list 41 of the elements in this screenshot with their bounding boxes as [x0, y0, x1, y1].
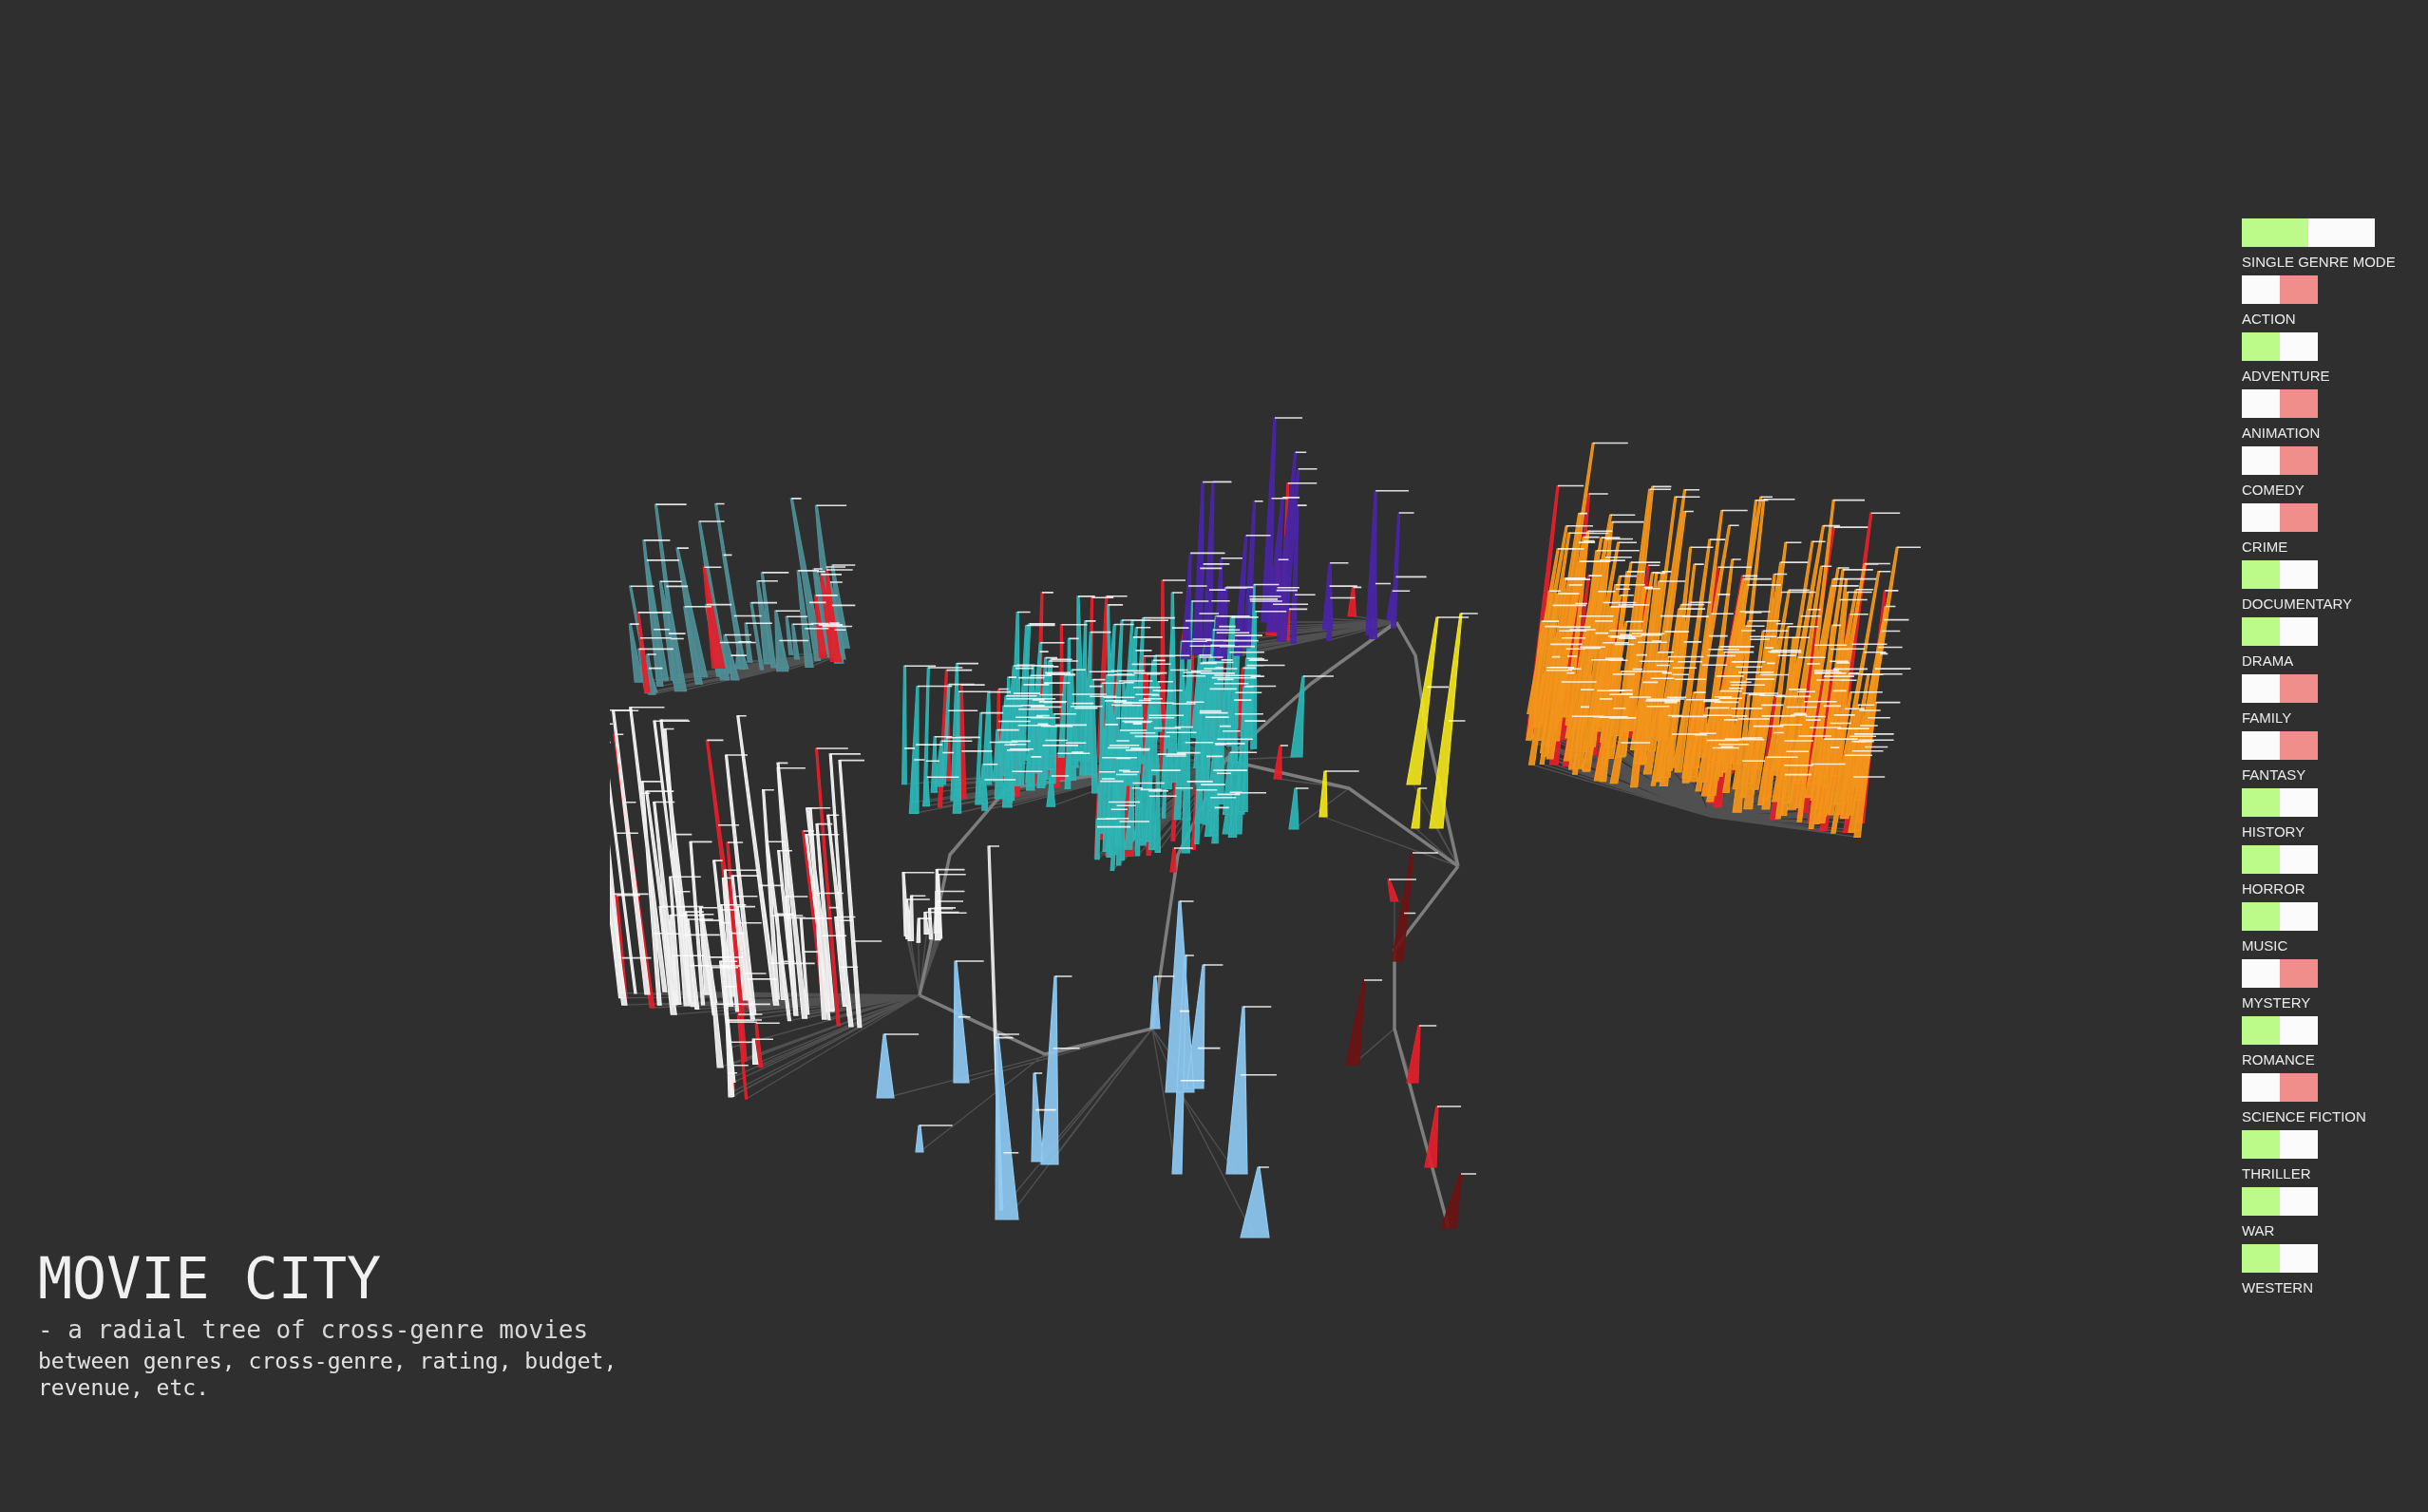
genre-label: THRILLER — [2242, 1164, 2311, 1183]
toggle-switch[interactable] — [2242, 902, 2318, 931]
toggle-switch[interactable] — [2242, 959, 2318, 988]
genre-label: COMEDY — [2242, 481, 2305, 500]
genre-label: ROMANCE — [2242, 1050, 2315, 1069]
genre-label: CRIME — [2242, 538, 2288, 557]
app-title: MOVIE CITY — [38, 1250, 382, 1307]
genre-label: MYSTERY — [2242, 993, 2311, 1012]
genre-label: ADVENTURE — [2242, 367, 2330, 386]
toggle-switch[interactable] — [2242, 275, 2318, 304]
genre-label: WAR — [2242, 1221, 2275, 1240]
toggle-switch[interactable] — [2242, 389, 2318, 418]
toggle-switch[interactable] — [2242, 1073, 2318, 1102]
toggle-switch[interactable] — [2242, 731, 2318, 760]
mode-label: SINGLE GENRE MODE — [2242, 253, 2396, 272]
toggle-switch[interactable] — [2242, 674, 2318, 703]
toggle-switch[interactable] — [2242, 617, 2318, 646]
toggle-switch[interactable] — [2242, 503, 2318, 532]
genre-label: FAMILY — [2242, 709, 2292, 728]
genre-label: HISTORY — [2242, 822, 2305, 841]
toggle-switch[interactable] — [2242, 845, 2318, 874]
genre-label: ANIMATION — [2242, 424, 2321, 443]
genre-label: SCIENCE FICTION — [2242, 1107, 2366, 1126]
genre-label: DRAMA — [2242, 652, 2294, 671]
toggle-switch[interactable] — [2242, 1187, 2318, 1216]
genre-label: WESTERN — [2242, 1278, 2313, 1297]
genre-label: ACTION — [2242, 310, 2296, 329]
app-description: between genres, cross-genre, rating, budget, revenue, etc. — [38, 1348, 618, 1401]
toggle-switch[interactable] — [2242, 332, 2318, 361]
genre-label: HORROR — [2242, 879, 2305, 898]
app-subtitle: - a radial tree of cross-genre movies — [38, 1315, 589, 1344]
toggle-switch[interactable] — [2242, 1244, 2318, 1273]
genre-label: MUSIC — [2242, 936, 2288, 955]
toggle-switch[interactable] — [2242, 788, 2318, 817]
genre-label: FANTASY — [2242, 765, 2306, 784]
toggle-switch[interactable] — [2242, 560, 2318, 589]
toggle-switch[interactable] — [2242, 1130, 2318, 1159]
toggle-switch[interactable] — [2242, 1016, 2318, 1045]
toggle-switch[interactable] — [2242, 446, 2318, 475]
genre-label: DOCUMENTARY — [2242, 595, 2353, 614]
toggle-switch[interactable] — [2242, 218, 2375, 247]
